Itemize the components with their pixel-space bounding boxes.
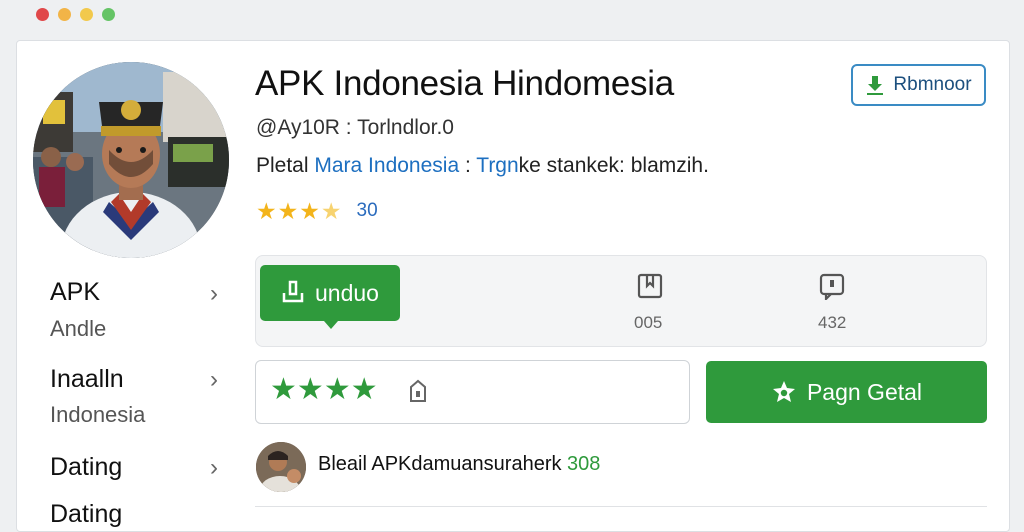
star-icon[interactable]: ★ [324, 373, 351, 406]
bookmark-count: 005 [634, 313, 663, 332]
chevron-right-icon[interactable]: › [210, 280, 218, 308]
sidebar-item-inaalln-sub: Indonesia [50, 402, 146, 427]
sidebar-item-partial[interactable]: Dating [50, 500, 122, 529]
description-separator: : [459, 154, 477, 177]
chat-icon[interactable] [818, 272, 846, 300]
sidebar-item-inaalln[interactable]: Inaalln [50, 365, 124, 394]
download-button-label: unduo [315, 279, 379, 306]
half-star-icon: ★ [320, 197, 343, 224]
star-badge-icon [772, 381, 795, 402]
star-icon[interactable]: ★ [297, 373, 324, 406]
fullscreen-window-button[interactable] [102, 8, 115, 21]
rating-stars: ★★★★ [256, 198, 343, 225]
sidebar-item-dating[interactable]: Dating [50, 453, 122, 482]
review-summary: Bleail APKdamuansuraherk 308 [318, 453, 600, 476]
star-icon: ★ [277, 197, 300, 224]
sidebar-item-apk-sub: Andle [50, 316, 107, 341]
download-icon [282, 280, 304, 303]
chat-count: 432 [818, 313, 847, 332]
download-button[interactable]: unduo [260, 265, 400, 329]
star-icon[interactable]: ★ [270, 373, 297, 406]
review-text: Bleail APKdamuansuraherk [318, 453, 568, 475]
reviewer-avatar[interactable] [256, 442, 306, 492]
reminder-button-label: Rbmnoor [893, 74, 972, 95]
rating-input-stars[interactable]: ★★★★ [270, 375, 378, 405]
description-link-2[interactable]: Trgn [476, 154, 518, 177]
chevron-right-icon[interactable]: › [210, 366, 218, 394]
close-window-button[interactable] [36, 8, 49, 21]
get-app-button[interactable]: Pagn Getal [706, 361, 987, 423]
description-suffix: ke stankek: blamzih. [518, 154, 709, 177]
tag-icon[interactable] [407, 379, 429, 403]
star-icon: ★ [256, 197, 278, 224]
window-titlebar [0, 0, 1024, 36]
app-rating: ★★★★ 30 [256, 198, 378, 224]
get-app-button-label: Pagn Getal [806, 378, 923, 405]
app-description: Pletal Mara Indonesia : Trgnke stankek: … [256, 154, 709, 178]
description-text: Pletal [256, 154, 315, 177]
description-link-1[interactable]: Mara Indonesia [314, 154, 459, 177]
star-icon: ★ [299, 197, 321, 224]
developer-handle[interactable]: @Ay10R : Torlndlor.0 [256, 116, 454, 140]
app-title: APK Indonesia Hindomesia [255, 64, 674, 103]
divider [255, 506, 987, 507]
chevron-right-icon[interactable]: › [210, 454, 218, 482]
minimize-window-button[interactable] [58, 8, 71, 21]
rating-count[interactable]: 30 [357, 200, 378, 222]
download-icon [867, 76, 884, 95]
sidebar-item-apk[interactable]: APK [50, 278, 100, 307]
reminder-button[interactable]: Rbmnoor [851, 64, 986, 106]
app-avatar [33, 62, 229, 258]
zoom-window-button[interactable] [80, 8, 93, 21]
review-count[interactable]: 308 [567, 453, 600, 475]
bookmark-icon[interactable] [636, 272, 664, 300]
star-icon[interactable]: ★ [351, 373, 378, 406]
